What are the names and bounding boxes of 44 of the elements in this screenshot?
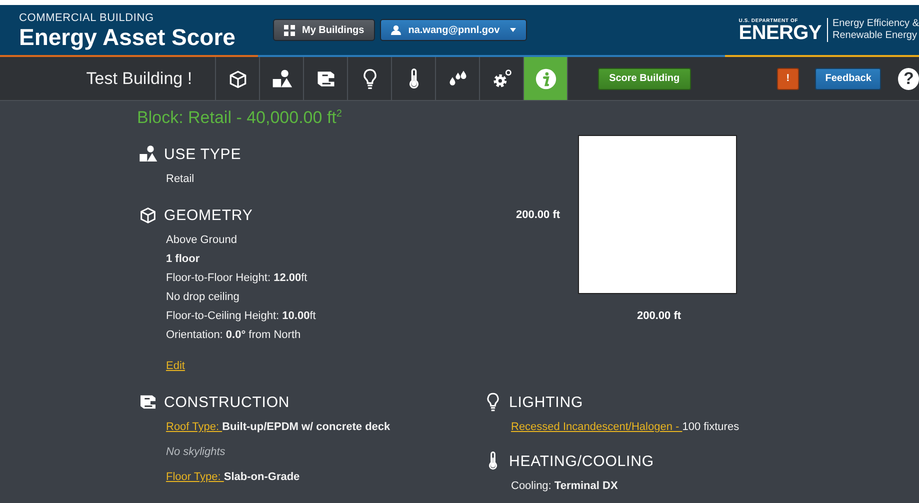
alert-button[interactable]: ! [776, 68, 800, 90]
detail-link[interactable]: Roof Type: [166, 421, 222, 433]
detail-text: Recessed Incandescent/Halogen - 100 fixtures [511, 420, 740, 435]
detail-link[interactable]: Floor Type: [166, 471, 224, 483]
help-button[interactable]: ? [898, 68, 919, 90]
section-title: HEATING/COOLING [509, 452, 654, 470]
detail-text: Above Ground [166, 233, 238, 248]
detail-text: 1 floor [166, 252, 201, 267]
section-title: GEOMETRY [164, 206, 253, 224]
detail-text: Floor-to-Ceiling Height: 10.00ft [166, 309, 317, 324]
grid-icon [284, 24, 295, 36]
block-title: Block: Retail - 40,000.00 ft$^{2}$ [137, 108, 343, 128]
user-menu-button[interactable]: na.wang@pnnl.gov [380, 19, 527, 41]
app-subtitle: COMMERCIAL BUILDING [19, 12, 155, 24]
logo-office-line: Energy Efficiency & [832, 18, 919, 30]
section-title: USE TYPE [164, 146, 242, 162]
dimension-label: 200.00 ft [516, 208, 562, 220]
note-text: No skylights [166, 445, 226, 460]
shapes-icon [138, 144, 158, 164]
detail-text: Floor-to-Floor Height: 12.00ft [166, 271, 308, 286]
detail-text: No drop ceiling [166, 290, 240, 305]
nav-tab[interactable] [524, 57, 568, 100]
shapes-icon [270, 68, 293, 90]
logo-name: ENERGY [738, 24, 822, 42]
cube-icon [138, 205, 158, 225]
detail-text: Cooling: Terminal DX [511, 479, 619, 494]
detail-text: Retail [166, 172, 196, 187]
section-title: CONSTRUCTION [164, 394, 290, 410]
logo-office-line: Renewable Energy [832, 30, 918, 42]
score-building-button[interactable]: Score Building [598, 68, 691, 90]
building-name: Test Building ! [85, 68, 194, 88]
feedback-button[interactable]: Feedback [815, 68, 882, 90]
detail-text: Roof Type: Built-up/EPDM w/ concrete deck [166, 420, 392, 435]
edit-link[interactable]: Edit [166, 357, 185, 376]
detail-text: Floor Type: Slab-on-Grade [166, 470, 301, 485]
section-title: LIGHTING [509, 394, 584, 410]
user-icon [391, 25, 402, 35]
caret-icon [510, 28, 516, 32]
detail-link[interactable]: Recessed Incandescent/Halogen - [511, 421, 682, 433]
detail-text: Orientation: 0.0° from North [166, 328, 302, 343]
app-title: Energy Asset Score [19, 24, 236, 50]
dimension-label: 200.00 ft [637, 310, 682, 322]
info-icon [534, 68, 557, 90]
my-buildings-button[interactable]: My Buildings [273, 19, 376, 41]
